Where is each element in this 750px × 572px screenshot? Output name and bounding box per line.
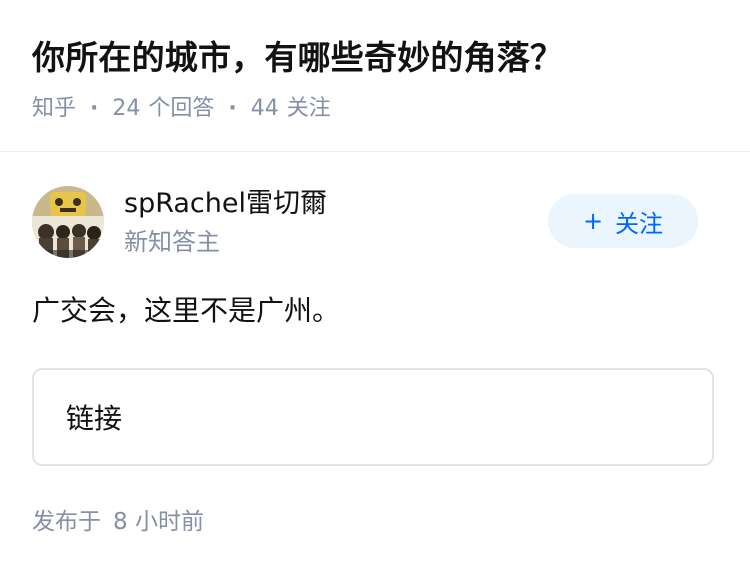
published-time: 8 小时前 [113, 509, 204, 535]
author-name[interactable]: spRachel雷切爾 [124, 186, 327, 222]
follow-count: 44 [250, 96, 279, 121]
question-title[interactable]: 你所在的城市，有哪些奇妙的角落？ [32, 34, 718, 82]
avatar[interactable] [32, 186, 104, 258]
answer-text: 广交会，这里不是广州。 [32, 294, 341, 327]
link-card-label: 链接 [66, 402, 123, 435]
section-divider [0, 151, 750, 152]
question-header: 你所在的城市，有哪些奇妙的角落？ 知乎 · 24 个回答 · 44 关注 [32, 34, 718, 124]
source-label[interactable]: 知乎 [32, 94, 76, 124]
follow-count-label[interactable]: 关注 [287, 94, 331, 124]
follow-button-label: 关注 [615, 209, 664, 238]
answer-count-label[interactable]: 个回答 [148, 94, 214, 124]
meta-separator: · [90, 96, 99, 121]
published-label: 发布于 [32, 509, 101, 535]
link-card[interactable]: 链接 [32, 368, 714, 466]
follow-button[interactable]: + 关注 [548, 194, 698, 248]
plus-icon: + [582, 207, 604, 235]
publish-info: 发布于 8 小时前 [32, 506, 204, 538]
question-meta: 知乎 · 24 个回答 · 44 关注 [32, 94, 718, 124]
author-badge: 新知答主 [124, 228, 220, 256]
author-row: spRachel雷切爾 新知答主 + 关注 [32, 186, 698, 260]
answer-count: 24 [112, 96, 141, 121]
avatar-image [32, 186, 104, 258]
meta-separator: · [228, 96, 237, 121]
